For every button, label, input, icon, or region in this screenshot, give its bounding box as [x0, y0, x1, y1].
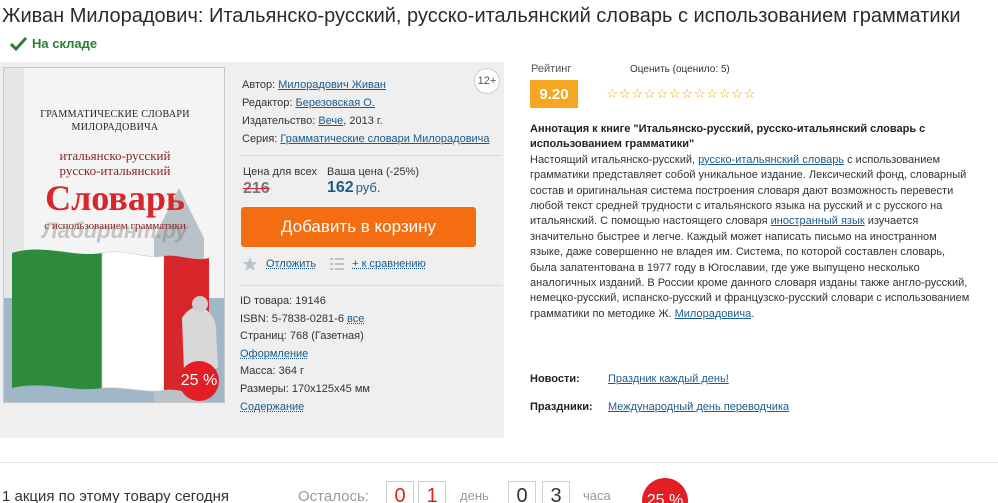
annotation: Аннотация к книге "Итальянско-русский, р… — [530, 122, 970, 322]
rating-star-icon[interactable]: ☆ — [606, 87, 619, 101]
mass: Масса: 364 г — [240, 365, 305, 378]
old-price: 216 — [243, 180, 270, 197]
book-cover[interactable]: ГРАММАТИЧЕСКИЕ СЛОВАРИ МИЛОРАДОВИЧА итал… — [3, 67, 225, 403]
cover-word: Словарь — [45, 178, 185, 218]
divider — [240, 285, 502, 286]
star-icon — [243, 257, 257, 271]
stock-label: На складе — [32, 36, 98, 51]
rating-label: Рейтинг — [531, 63, 572, 75]
product-meta: Автор: Милорадович Живан Редактор: Берез… — [242, 76, 500, 148]
currency: руб. — [355, 180, 381, 195]
cover-series-line2: МИЛОРАДОВИЧА — [71, 122, 159, 133]
compare-button[interactable]: + к сравнению — [330, 258, 426, 270]
annotation-link-foreign-language[interactable]: иностранный язык — [771, 215, 865, 227]
product-id: ID товара: 19146 — [240, 295, 326, 307]
countdown-digit: 0 — [508, 481, 536, 503]
rating-star-icon[interactable]: ☆ — [719, 87, 732, 101]
list-icon — [330, 258, 345, 270]
countdown-digit: 0 — [386, 481, 414, 503]
add-to-cart-button[interactable]: Добавить в корзину — [241, 207, 476, 247]
annotation-text: . — [751, 307, 755, 320]
promo-divider — [0, 462, 998, 463]
holidays-label: Праздники: — [530, 401, 593, 413]
rating-star-icon[interactable]: ☆ — [631, 87, 644, 101]
promo-strip: 1 акция по этому товару сегодня Осталось… — [0, 478, 998, 503]
annotation-body: Настоящий итальянско-русский, русско-ита… — [530, 153, 970, 322]
watermark-logo: Лабиринт.ру — [42, 218, 188, 243]
promo-days-label: день — [460, 488, 489, 503]
series-link[interactable]: Грамматические словари Милорадовича — [280, 133, 489, 145]
promo-hours-label: часа — [583, 488, 611, 503]
annotation-link-author[interactable]: Милорадовича — [675, 308, 752, 320]
dimensions: Размеры: 170x125x45 мм — [240, 382, 370, 395]
isbn: ISBN: 5-7838-0281-6 — [240, 312, 344, 325]
rating-star-icon[interactable]: ☆ — [669, 87, 682, 101]
product-title-text: Живан Милорадович: Итальянско-русский, р… — [2, 5, 961, 27]
isbn-all-link[interactable]: все — [347, 313, 364, 325]
divider — [240, 155, 502, 156]
publisher-label: Издательство: — [242, 115, 316, 127]
publisher-link[interactable]: Вече — [318, 115, 343, 127]
promo-text: 1 акция по этому товару сегодня — [2, 488, 230, 503]
product-actions: Отложить + к сравнению — [242, 256, 426, 272]
stock-status: На складе — [10, 30, 97, 58]
defer-button[interactable]: Отложить — [242, 256, 316, 272]
publish-year: , 2013 г. — [343, 115, 383, 127]
annotation-link-dictionary[interactable]: русско-итальянский словарь — [698, 154, 844, 166]
annotation-text: изучается значительно быстрее и легче. К… — [530, 215, 970, 320]
rate-label: Оценить (оценило: 5) — [630, 64, 730, 75]
rating-star-icon[interactable]: ☆ — [694, 87, 707, 101]
news-label: Новости: — [530, 373, 580, 385]
defer-label: Отложить — [266, 258, 317, 270]
product-details: ID товара: 19146 ISBN: 5-7838-0281-6 все… — [240, 293, 502, 416]
price-your-label: Ваша цена (-25%) — [327, 166, 420, 178]
annotation-text: Настоящий итальянско-русский, — [530, 153, 699, 166]
design-link[interactable]: Оформление — [240, 348, 308, 360]
countdown-digit: 3 — [542, 481, 570, 503]
rating-star-icon[interactable]: ☆ — [644, 87, 657, 101]
editor-link[interactable]: Березовская О. — [295, 97, 374, 109]
price-all-label: Цена для всех — [243, 166, 317, 178]
series-label: Серия: — [242, 133, 278, 145]
editor-label: Редактор: — [242, 97, 293, 109]
rating-star-icon[interactable]: ☆ — [656, 87, 669, 101]
rating-star-icon[interactable]: ☆ — [731, 87, 744, 101]
rating-stars[interactable]: ☆ ☆ ☆ ☆ ☆ ☆ ☆ ☆ ☆ ☆ ☆ ☆ — [606, 87, 756, 101]
rating-star-icon[interactable]: ☆ — [744, 87, 757, 101]
rating-star-icon[interactable]: ☆ — [619, 87, 632, 101]
annotation-title: Аннотация к книге "Итальянско-русский, р… — [530, 123, 926, 151]
product-title: Живан Милорадович: Итальянско-русский, р… — [2, 2, 992, 61]
author-label: Автор: — [242, 79, 276, 91]
page-count: Страниц: 768 (Газетная) — [240, 330, 364, 343]
rating-value: 9.20 — [530, 80, 578, 108]
compare-label: + к сравнению — [352, 258, 426, 270]
author-link[interactable]: Милорадович Живан — [278, 79, 386, 91]
rating-star-icon[interactable]: ☆ — [706, 87, 719, 101]
discount-badge: 25 % — [179, 361, 219, 401]
holidays-link[interactable]: Международный день переводчика — [608, 401, 789, 413]
new-price-value: 162 — [327, 179, 354, 196]
cover-subtitle1: итальянско-русский — [59, 148, 171, 163]
checkmark-icon — [10, 37, 27, 51]
new-price: 162 руб. — [327, 179, 381, 197]
countdown-digit: 1 — [418, 481, 446, 503]
cover-series-line1: ГРАММАТИЧЕСКИЕ СЛОВАРИ — [40, 109, 190, 120]
contents-link[interactable]: Содержание — [240, 401, 304, 413]
news-link[interactable]: Праздник каждый день! — [608, 373, 729, 385]
promo-left-label: Осталось: — [298, 488, 369, 503]
rating-star-icon[interactable]: ☆ — [681, 87, 694, 101]
